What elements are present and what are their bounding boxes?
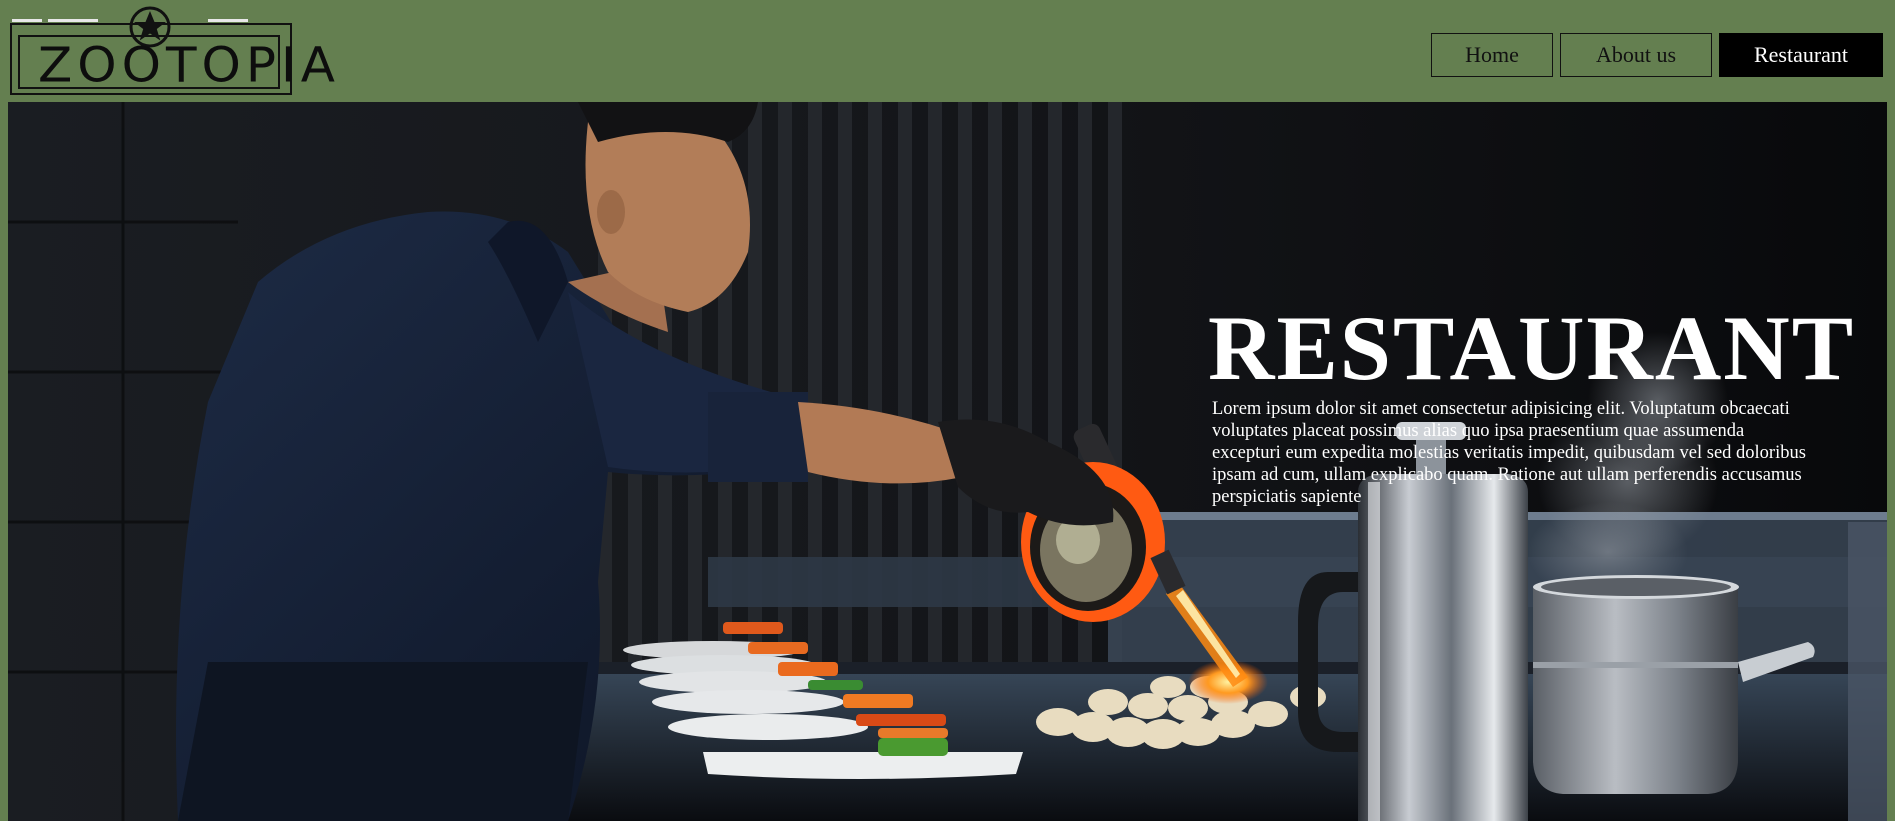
hero-title: RESTAURANT (1208, 297, 1856, 399)
logo-dash (48, 19, 98, 22)
zootopia-logo[interactable]: ZOOTOPIA (8, 5, 340, 97)
hero-banner: RESTAURANT Lorem ipsum dolor sit amet co… (8, 102, 1887, 821)
logo-dash (12, 19, 42, 22)
nav-home-button[interactable]: Home (1431, 33, 1553, 77)
logo-dash (208, 19, 248, 22)
page: ZOOTOPIA Home About us Restaurant RESTAU… (0, 0, 1895, 821)
main-nav: Home About us Restaurant (1431, 33, 1883, 77)
nav-about-us-button[interactable]: About us (1560, 33, 1712, 77)
hero-description: Lorem ipsum dolor sit amet consectetur a… (1212, 399, 1806, 507)
nav-restaurant-button[interactable]: Restaurant (1719, 33, 1883, 77)
logo-text: ZOOTOPIA (38, 37, 340, 93)
